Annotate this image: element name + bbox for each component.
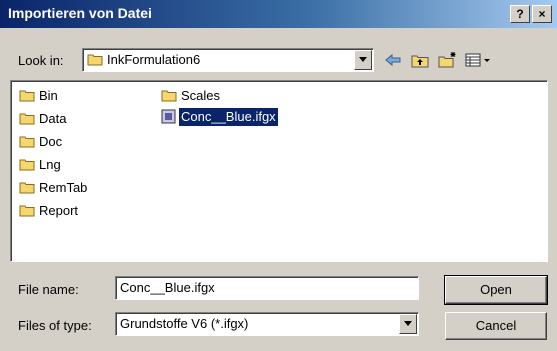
view-menu-icon (465, 53, 490, 67)
folder-icon (19, 136, 35, 148)
chevron-down-icon (404, 321, 412, 326)
title-bar[interactable]: Importieren von Datei ? × (0, 0, 557, 28)
file-name: Data (39, 111, 67, 126)
file-name: Report (39, 203, 79, 218)
help-button[interactable]: ? (510, 5, 530, 23)
back-button[interactable] (382, 50, 404, 70)
look-in-dropdown[interactable]: InkFormulation6 (82, 48, 374, 72)
close-button[interactable]: × (532, 5, 552, 23)
view-menu-button[interactable] (464, 50, 494, 70)
folder-icon (19, 90, 35, 102)
new-folder-icon (438, 52, 456, 68)
folder-icon (87, 54, 103, 66)
open-button[interactable]: Open (444, 275, 548, 305)
folder-icon (161, 90, 177, 102)
files-of-type-dropdown[interactable]: Grundstoffe V6 (*.ifgx) (115, 312, 419, 336)
folder-icon (19, 182, 35, 194)
folder-icon (19, 159, 35, 171)
file-name: Doc (39, 134, 63, 149)
files-of-type-value: Grundstoffe V6 (*.ifgx) (120, 316, 249, 331)
look-in-value: InkFormulation6 (107, 52, 201, 67)
dialog-title: Importieren von Datei (8, 5, 152, 21)
look-in-dropdown-button[interactable] (354, 50, 372, 70)
file-name-label: File name: (18, 282, 79, 297)
file-name: Lng (39, 157, 61, 172)
file-name: Bin (39, 88, 58, 103)
file-name: RemTab (39, 180, 88, 195)
document-icon (161, 109, 176, 124)
look-in-label: Look in: (18, 53, 64, 68)
files-of-type-dropdown-button[interactable] (399, 314, 417, 334)
files-of-type-label: Files of type: (18, 318, 92, 333)
file-name: Scales (181, 88, 221, 103)
new-folder-button[interactable] (436, 50, 458, 70)
back-icon (385, 53, 401, 67)
folder-icon (19, 205, 35, 217)
open-file-dialog: Importieren von Datei ? × Look in: InkFo… (0, 0, 557, 351)
chevron-down-icon (359, 57, 367, 62)
up-folder-icon (411, 55, 429, 68)
up-folder-button[interactable] (409, 50, 431, 70)
file-name: Conc__Blue.ifgx (179, 108, 278, 126)
file-name-value: Conc__Blue.ifgx (120, 280, 215, 295)
cancel-button[interactable]: Cancel (445, 312, 547, 340)
folder-icon (19, 113, 35, 125)
file-name-input[interactable]: Conc__Blue.ifgx (115, 276, 419, 300)
file-list[interactable]: Bin Data Doc Lng RemTab Report Scales Co… (10, 80, 548, 262)
